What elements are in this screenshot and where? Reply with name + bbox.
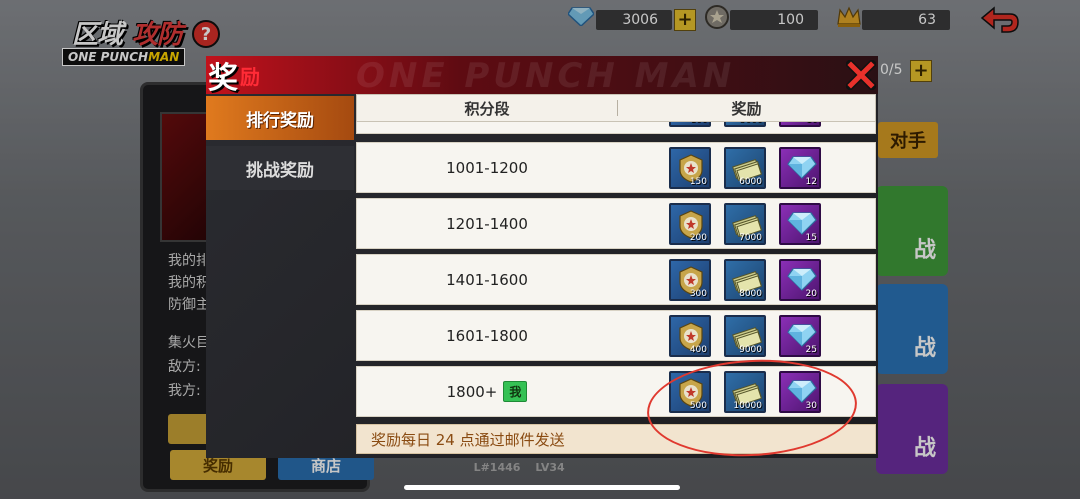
header-watermark: ONE PUNCH MAN xyxy=(356,56,736,96)
reward-qty: 12 xyxy=(805,176,817,187)
medal-reward[interactable]: 300 xyxy=(669,258,711,301)
col-header-range: 积分段 xyxy=(464,99,510,118)
range-text: 1201-1400 xyxy=(446,214,528,233)
reward-qty: 8000 xyxy=(739,288,762,299)
gem-reward[interactable]: 25 xyxy=(779,314,821,357)
table-header: 积分段 奖励 xyxy=(356,94,876,122)
reward-qty: 25 xyxy=(805,344,817,355)
reward-qty: 9000 xyxy=(739,344,762,355)
tab-challenge-rewards[interactable]: 挑战奖励 xyxy=(206,146,354,190)
cash-reward[interactable]: 8000 xyxy=(724,258,766,301)
range-text: 1401-1600 xyxy=(446,270,528,289)
range-text: 1001-1200 xyxy=(446,158,528,177)
range-text: 1800+ xyxy=(446,382,498,401)
range-text: 1601-1800 xyxy=(446,326,528,345)
row-range: 1401-1600 xyxy=(357,271,617,289)
gem-icon xyxy=(787,211,817,235)
me-badge: 我 xyxy=(503,381,528,402)
reward-qty: 6000 xyxy=(739,176,762,187)
reward-qty: 400 xyxy=(689,344,707,355)
medal-reward[interactable]: 150 xyxy=(669,146,711,189)
cash-reward[interactable]: 7000 xyxy=(724,202,766,245)
home-indicator[interactable] xyxy=(404,485,680,490)
tab-rank-rewards[interactable]: 排行奖励 xyxy=(206,96,354,140)
row-rewards: 400 9000 25 xyxy=(669,314,821,357)
col-header-reward: 奖励 xyxy=(731,99,762,118)
row-range: 1601-1800 xyxy=(357,327,617,345)
reward-qty: 200 xyxy=(689,232,707,243)
row-range: 1001-1200 xyxy=(357,159,617,177)
table-row: 1401-1600 300 8000 20 xyxy=(356,254,876,305)
table-row: 1001-1200 150 6000 12 xyxy=(356,142,876,193)
row-rewards: 200 7000 15 xyxy=(669,202,821,245)
medal-reward[interactable]: 200 xyxy=(669,202,711,245)
gem-reward[interactable]: 12 xyxy=(779,146,821,189)
side-tabs: 排行奖励 挑战奖励 xyxy=(206,94,354,458)
modal-title: 奖 励 xyxy=(208,56,260,96)
gem-icon xyxy=(787,267,817,291)
gem-reward[interactable]: 20 xyxy=(779,258,821,301)
table-row: 1601-1800 400 9000 25 xyxy=(356,310,876,361)
cash-reward[interactable]: 9000 xyxy=(724,314,766,357)
modal-title-main: 奖 xyxy=(208,61,238,96)
gem-icon xyxy=(787,323,817,347)
reward-qty: 150 xyxy=(689,176,707,187)
reward-qty: 300 xyxy=(689,288,707,299)
row-rewards: 300 8000 20 xyxy=(669,258,821,301)
row-range: 1201-1400 xyxy=(357,215,617,233)
row-range: 1800+ 我 xyxy=(357,381,617,402)
close-icon[interactable] xyxy=(846,60,876,90)
row-rewards: 150 6000 12 xyxy=(669,146,821,189)
modal-title-sub: 励 xyxy=(240,64,260,89)
table-row: 1201-1400 200 7000 15 xyxy=(356,198,876,249)
gem-icon xyxy=(787,155,817,179)
reward-qty: 15 xyxy=(805,232,817,243)
reward-qty: 20 xyxy=(805,288,817,299)
reward-qty: 7000 xyxy=(739,232,762,243)
cash-reward[interactable]: 6000 xyxy=(724,146,766,189)
gem-reward[interactable]: 15 xyxy=(779,202,821,245)
modal-header: ONE PUNCH MAN 奖 励 xyxy=(206,56,878,96)
medal-reward[interactable]: 400 xyxy=(669,314,711,357)
